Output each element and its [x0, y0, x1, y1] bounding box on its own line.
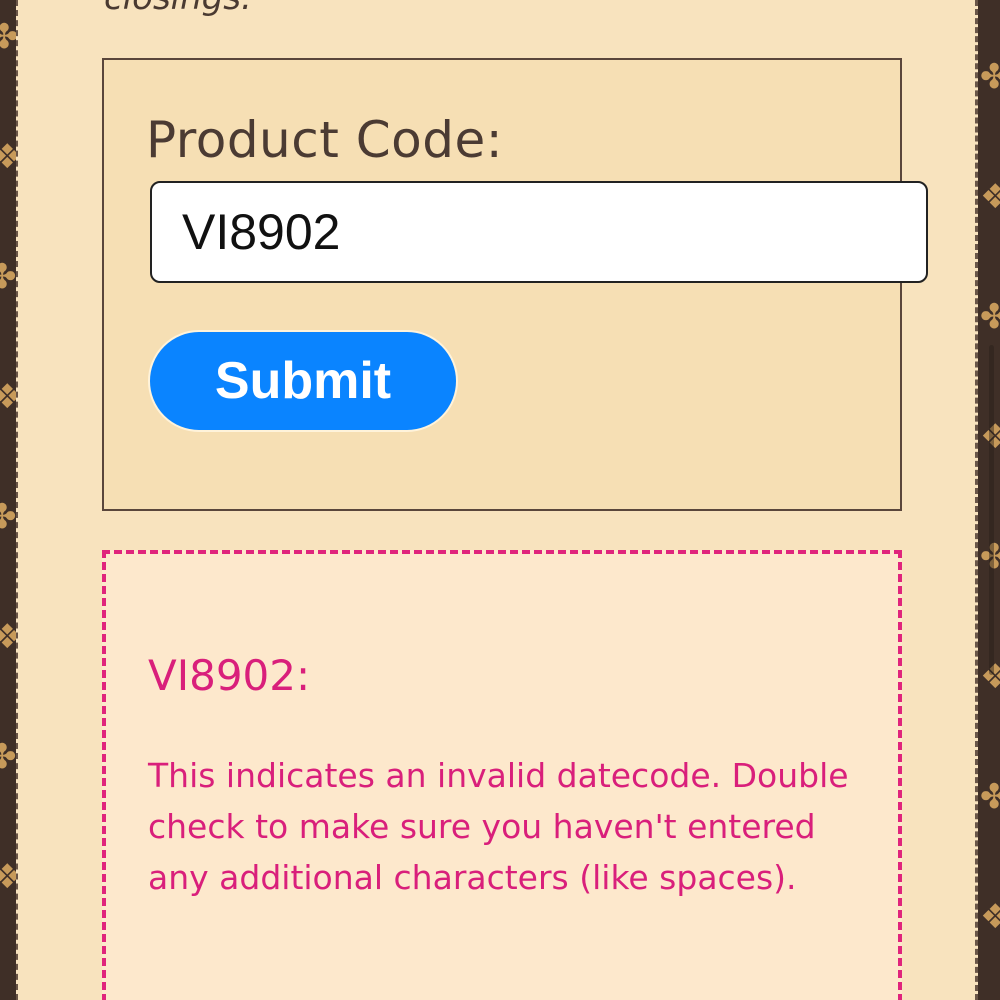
result-title: VI8902:: [148, 651, 311, 700]
monogram-flower-icon: ✤: [980, 297, 1000, 337]
scrollbar-thumb[interactable]: [989, 345, 994, 675]
monogram-flower-icon: ❖: [980, 897, 1000, 937]
monogram-flower-icon: ❖: [980, 177, 1000, 217]
result-panel: VI8902: This indicates an invalid dateco…: [102, 550, 902, 1000]
product-code-form: Product Code: Submit: [102, 58, 928, 511]
monogram-flower-icon: ✤: [0, 737, 17, 777]
monogram-flower-icon: ✤: [980, 57, 1000, 97]
page-frame: ✤ ❖ ✤ ❖ ✤ ❖ ✤ ❖ ✤ ❖ ✤ ❖ ✤ ❖ ✤ ❖ closings…: [0, 0, 1000, 1000]
submit-button[interactable]: Submit: [148, 330, 458, 432]
monogram-flower-icon: ✤: [0, 257, 17, 297]
monogram-flower-icon: ✤: [0, 497, 17, 537]
product-code-input[interactable]: [150, 181, 928, 283]
product-code-label: Product Code:: [146, 111, 504, 169]
intro-text: closings.: [104, 0, 252, 18]
monogram-flower-icon: ✤: [980, 777, 1000, 817]
content-page: closings. Product Code: Submit VI8902: T…: [16, 0, 978, 1000]
result-message: This indicates an invalid datecode. Doub…: [148, 756, 849, 897]
